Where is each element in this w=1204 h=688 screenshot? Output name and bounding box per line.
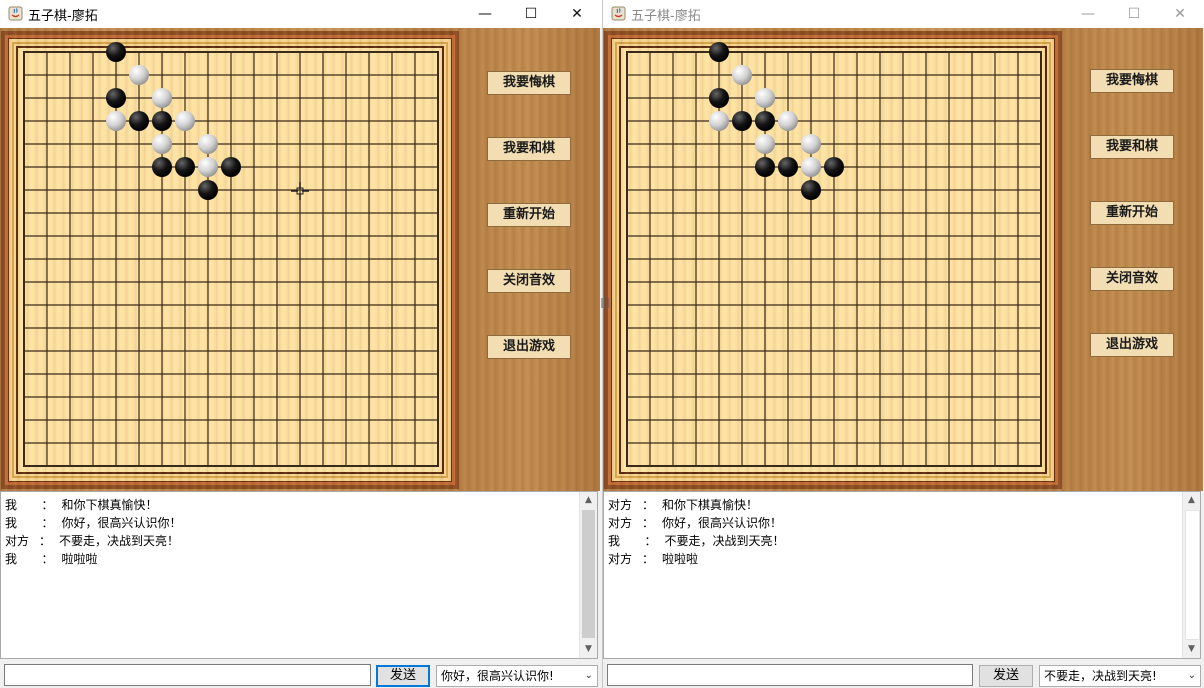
chat-separator: ： [41,498,54,512]
black-stone [755,157,775,177]
chat-text: 啦啦啦 [662,552,699,566]
message-input[interactable] [4,664,371,686]
black-stone [221,157,241,177]
black-stone [129,111,149,131]
game-button-4[interactable]: 退出游戏 [1090,333,1174,357]
white-stone [129,65,149,85]
scroll-thumb[interactable] [582,510,595,638]
chat-text: 和你下棋真愉快！ [61,498,158,512]
white-stone [175,111,195,131]
black-stone [106,88,126,108]
quick-phrase-value: 你好，很高兴认识你! [441,669,554,683]
chat-sender: 对方 [608,516,633,530]
white-stone [198,134,218,154]
game-button-1[interactable]: 我要和棋 [1090,135,1174,159]
black-stone [175,157,195,177]
black-stone [709,42,729,62]
white-stone [152,134,172,154]
white-stone [755,88,775,108]
black-stone [732,111,752,131]
input-bar: 发送 不要走，决战到天亮! ⌄ [603,659,1203,688]
black-stone [778,157,798,177]
quick-phrase-select[interactable]: 不要走，决战到天亮! ⌄ [1039,665,1201,687]
black-stone [198,180,218,200]
white-stone [709,111,729,131]
black-stone [152,157,172,177]
chat-sender: 我 [5,516,32,530]
game-button-2[interactable]: 重新开始 [1090,201,1174,225]
chat-sender: 对方 [608,552,633,566]
quick-phrase-value: 不要走，决战到天亮! [1044,669,1157,683]
chat-sender: 对方 [5,534,30,548]
send-button[interactable]: 发送 [979,665,1033,687]
game-button-3[interactable]: 关闭音效 [1090,267,1174,291]
black-stone [755,111,775,131]
chat-scrollbar[interactable]: ▲ ▼ [579,492,597,658]
chat-message: 对方 ： 啦啦啦 [608,550,698,567]
chat-text: 你好，很高兴认识你！ [61,516,182,530]
chat-separator: ： [41,552,54,566]
black-stone [801,180,821,200]
chat-message: 我 ： 不要走，决战到天亮！ [608,532,784,549]
black-stone [709,88,729,108]
chat-text: 不要走，决战到天亮！ [664,534,785,548]
chat-sender: 我 [5,552,32,566]
send-button[interactable]: 发送 [376,665,430,687]
chevron-down-icon: ⌄ [1187,670,1196,681]
chat-sender: 对方 [608,498,633,512]
chat-separator: ： [39,534,52,548]
chat-separator: ： [642,498,655,512]
scroll-down-icon[interactable]: ▼ [580,641,597,658]
game-button-4[interactable]: 退出游戏 [487,335,571,359]
chat-message: 我 ： 和你下棋真愉快！ [5,496,157,513]
chat-message: 我 ： 啦啦啦 [5,550,97,567]
crosshair-cursor-icon [290,181,310,201]
scroll-up-icon[interactable]: ▲ [580,492,597,509]
chat-separator: ： [41,516,54,530]
chat-separator: ： [642,552,655,566]
game-button-3[interactable]: 关闭音效 [487,269,571,293]
scroll-down-icon[interactable]: ▼ [1183,641,1200,658]
chat-scrollbar[interactable]: ▲ ▼ [1182,492,1200,658]
chat-message: 我 ： 你好，很高兴认识你！ [5,514,181,531]
black-stone [824,157,844,177]
message-input[interactable] [607,664,973,686]
white-stone [778,111,798,131]
chat-message: 对方 ： 你好，很高兴认识你！ [608,514,782,531]
resize-cursor-icon [601,296,609,310]
black-stone [106,42,126,62]
chat-log[interactable]: 我 ： 和你下棋真愉快！ 我 ： 你好，很高兴认识你！ 对方 ： 不要走，决战到天亮！ 我 ：… [0,491,598,659]
quick-phrase-select[interactable]: 你好，很高兴认识你! ⌄ [436,665,598,687]
chat-text: 啦啦啦 [61,552,98,566]
white-stone [732,65,752,85]
chat-separator: ： [644,534,657,548]
game-button-1[interactable]: 我要和棋 [487,137,571,161]
game-button-0[interactable]: 我要悔棋 [1090,69,1174,93]
game-window-right: 五子棋-廖拓 — ☐ ✕ 我要悔棋 我要和棋 重新开始 关闭音效 退出游戏 对方：和你下棋真愉快！… [602,0,1204,688]
chat-text: 不要走，决战到天亮！ [59,534,180,548]
white-stone [801,134,821,154]
white-stone [106,111,126,131]
chat-message: 对方 ： 和你下棋真愉快！ [608,496,758,513]
chat-text: 和你下棋真愉快！ [662,498,759,512]
chat-separator: ： [642,516,655,530]
game-window-left: 五子棋-廖拓 — ☐ ✕ 我要悔棋 我要和棋 重新开始 关闭音效 退出游戏我 ：和你下棋真愉快！… [0,0,602,688]
chat-log[interactable]: 对方 ： 和你下棋真愉快！ 对方 ： 你好，很高兴认识你！ 我 ： 不要走，决战到天亮！ 对方 ：… [603,491,1201,659]
white-stone [198,157,218,177]
white-stone [801,157,821,177]
chat-text: 你好，很高兴认识你！ [662,516,783,530]
game-button-2[interactable]: 重新开始 [487,203,571,227]
scroll-thumb[interactable] [1185,510,1200,640]
white-stone [152,88,172,108]
chevron-down-icon: ⌄ [584,670,593,681]
black-stone [152,111,172,131]
scroll-up-icon[interactable]: ▲ [1183,492,1200,509]
input-bar: 发送 你好，很高兴认识你! ⌄ [0,659,600,688]
white-stone [755,134,775,154]
chat-sender: 我 [608,534,635,548]
chat-sender: 我 [5,498,32,512]
game-button-0[interactable]: 我要悔棋 [487,71,571,95]
chat-message: 对方 ： 不要走，决战到天亮！ [5,532,179,549]
